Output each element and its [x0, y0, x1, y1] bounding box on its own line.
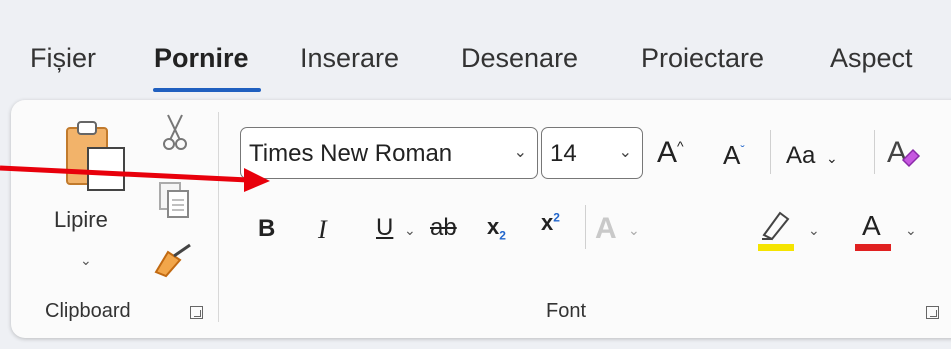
italic-icon[interactable]: I: [318, 215, 327, 245]
strikethrough-icon[interactable]: ab: [430, 214, 457, 242]
paste-label: Lipire: [54, 207, 108, 232]
group-divider: [218, 112, 219, 322]
clipboard-group-label: Clipboard: [45, 300, 131, 322]
chevron-down-icon[interactable]: ⌄: [514, 142, 527, 162]
font-color-icon[interactable]: A: [862, 210, 881, 242]
tab-insert[interactable]: Inserare: [300, 43, 399, 74]
chevron-down-icon[interactable]: ⌄: [905, 222, 917, 239]
shrink-font-icon[interactable]: Aˇ: [723, 140, 745, 171]
chevron-down-icon[interactable]: ⌄: [619, 142, 632, 162]
scissors-icon[interactable]: [160, 112, 190, 152]
tab-draw[interactable]: Desenare: [461, 43, 578, 74]
chevron-down-icon[interactable]: ⌄: [80, 252, 92, 269]
font-dialog-launcher-icon[interactable]: [926, 306, 939, 319]
bold-icon[interactable]: B: [258, 215, 275, 243]
font-family-value: Times New Roman: [249, 140, 453, 167]
active-tab-indicator: [153, 88, 261, 92]
font-color-swatch: [855, 244, 891, 251]
clear-formatting-icon[interactable]: A: [885, 132, 925, 172]
divider: [585, 205, 586, 249]
annotation-arrow: [0, 165, 270, 192]
clipboard-dialog-launcher-icon[interactable]: [190, 306, 203, 319]
font-size-combo[interactable]: 14 ⌄: [541, 127, 643, 179]
svg-text:A: A: [887, 136, 907, 169]
chevron-down-icon[interactable]: ⌄: [628, 222, 640, 239]
divider: [770, 130, 771, 174]
underline-icon[interactable]: U: [376, 214, 393, 242]
change-case-button[interactable]: Aa ⌄: [786, 142, 838, 170]
tab-home[interactable]: Pornire: [154, 43, 249, 74]
text-effects-icon[interactable]: A: [595, 212, 617, 246]
tab-layout[interactable]: Aspect: [830, 43, 913, 74]
font-group-label: Font: [546, 300, 587, 322]
tab-design[interactable]: Proiectare: [641, 43, 764, 74]
font-family-combo[interactable]: Times New Roman ⌄: [240, 127, 538, 179]
chevron-down-icon[interactable]: ⌄: [404, 222, 416, 239]
superscript-icon[interactable]: x2: [541, 210, 560, 236]
paintbrush-icon[interactable]: [150, 242, 196, 278]
chevron-down-icon[interactable]: ⌄: [808, 222, 820, 239]
change-case-label: Aa: [786, 142, 816, 169]
chevron-down-icon[interactable]: ⌄: [826, 150, 838, 166]
divider: [874, 130, 875, 174]
font-size-value: 14: [550, 140, 577, 167]
highlight-color-swatch: [758, 244, 794, 251]
tab-file[interactable]: Fișier: [30, 43, 96, 74]
ribbon-tabs: Fișier Pornire Inserare Desenare Proiect…: [0, 0, 951, 100]
subscript-icon[interactable]: x2: [487, 214, 506, 242]
grow-font-icon[interactable]: A^: [657, 136, 684, 170]
